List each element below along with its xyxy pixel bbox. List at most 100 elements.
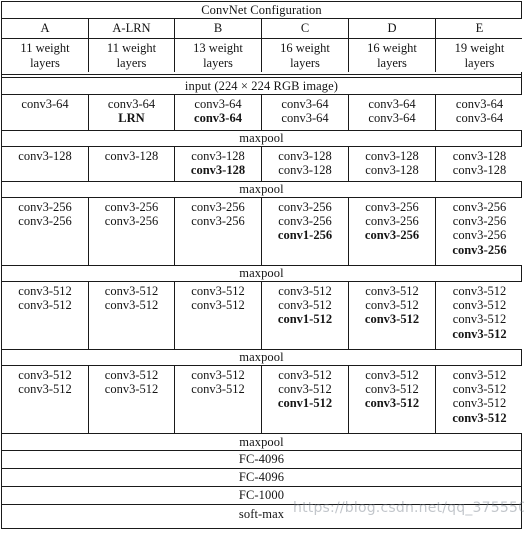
column-weightlayers-c: 16 weight layers	[262, 39, 349, 72]
layer-entry: conv3-512	[18, 368, 72, 382]
layer-entry: conv3-256	[452, 228, 507, 243]
footer-row-fc4096-b: FC-4096	[2, 469, 521, 487]
maxpool-row-1: maxpool	[2, 130, 521, 147]
layer-entry: conv3-128	[104, 149, 159, 163]
block-512-b-col-b: conv3-512 conv3-512	[175, 366, 262, 433]
layer-entry: conv3-256	[452, 200, 507, 214]
layer-entry: conv3-256	[191, 200, 245, 214]
layer-entry: conv3-512	[278, 382, 332, 397]
layer-entry: conv3-512	[278, 298, 332, 313]
footer-label: maxpool	[239, 434, 284, 449]
layer-entry: conv3-256	[18, 214, 72, 229]
conv-block-512-b: conv3-512 conv3-512 conv3-512 conv3-512 conv…	[2, 366, 523, 433]
column-header-row: A A-LRN B C D E	[2, 19, 523, 39]
layer-entry: conv3-256	[364, 228, 420, 243]
column-weightlayers-b: 13 weight layers	[175, 39, 262, 72]
layer-entry: conv3-128	[278, 149, 332, 163]
layer-entry: conv1-256	[277, 228, 333, 243]
column-weightlayers-d: 16 weight layers	[349, 39, 436, 72]
layer-entry: conv3-64	[281, 97, 329, 111]
maxpool-row-4: maxpool	[2, 349, 521, 366]
column-weightlayers-e: 19 weight layers	[436, 39, 523, 72]
block-512-a-col-a-lrn: conv3-512 conv3-512	[89, 282, 175, 349]
layer-entry: conv1-512	[277, 396, 333, 411]
layer-entry: conv3-512	[452, 382, 507, 397]
block-128-col-b: conv3-128 conv3-128	[175, 147, 262, 181]
conv-block-256: conv3-256 conv3-256 conv3-256 conv3-256 conv…	[2, 198, 523, 265]
block-64-col-a-lrn: conv3-64 LRN	[89, 95, 175, 130]
layer-entry: conv3-512	[364, 312, 420, 327]
block-64-col-e: conv3-64 conv3-64	[436, 95, 523, 130]
column-weightlayers-a: 11 weight layers	[2, 39, 89, 72]
maxpool-row-3: maxpool	[2, 265, 521, 282]
layer-entry: conv3-256	[191, 214, 245, 229]
layer-entry: conv3-512	[452, 396, 507, 411]
layer-entry: conv3-512	[191, 298, 245, 313]
weight-layers-line: 11 weight	[20, 41, 70, 56]
block-512-a-col-c: conv3-512 conv3-512 conv1-512	[262, 282, 349, 349]
maxpool-row-2: maxpool	[2, 181, 521, 198]
layer-entry: conv3-512	[104, 368, 159, 382]
footer-row-softmax: soft-max	[2, 505, 521, 524]
layer-entry: conv3-256	[18, 200, 72, 214]
block-512-b-col-a: conv3-512 conv3-512	[2, 366, 89, 433]
layer-entry: conv3-512	[452, 298, 507, 313]
layer-entry: conv3-128	[452, 149, 507, 163]
block-512-b-col-a-lrn: conv3-512 conv3-512	[89, 366, 175, 433]
block-256-col-a-lrn: conv3-256 conv3-256	[89, 198, 175, 265]
maxpool-label: maxpool	[239, 350, 284, 365]
weight-layers-line: 11 weight	[106, 41, 157, 56]
layer-entry: conv3-512	[104, 382, 159, 397]
maxpool-label: maxpool	[239, 182, 284, 197]
block-512-a-col-d: conv3-512 conv3-512 conv3-512	[349, 282, 436, 349]
footer-row-maxpool: maxpool	[2, 433, 521, 451]
block-256-col-d: conv3-256 conv3-256 conv3-256	[349, 198, 436, 265]
footer-label: FC-1000	[238, 488, 285, 503]
weight-layers-line: layers	[464, 55, 495, 70]
block-128-col-e: conv3-128 conv3-128	[436, 147, 523, 181]
layer-entry: conv3-256	[104, 214, 159, 229]
block-512-a-col-a: conv3-512 conv3-512	[2, 282, 89, 349]
maxpool-label: maxpool	[239, 131, 284, 146]
layer-entry: conv3-256	[104, 200, 159, 214]
footer-row-fc4096-a: FC-4096	[2, 451, 521, 469]
layer-entry: conv3-512	[452, 368, 507, 382]
conv-block-64: conv3-64 conv3-64 LRN conv3-64 conv3-64 conv3…	[2, 95, 523, 130]
layer-entry: conv3-512	[104, 284, 159, 298]
weight-layers-line: layers	[203, 55, 233, 70]
layer-entry: conv3-512	[452, 410, 507, 425]
column-header-label: A	[40, 21, 50, 36]
block-256-col-b: conv3-256 conv3-256	[175, 198, 262, 265]
table-title-row: ConvNet Configuration	[2, 2, 521, 19]
column-header-label: E	[475, 21, 484, 36]
layer-entry: conv3-512	[191, 382, 245, 397]
column-header-label: C	[300, 21, 310, 36]
layer-entry: conv3-512	[278, 368, 332, 382]
layer-entry: conv3-64	[194, 97, 242, 111]
layer-entry: conv3-256	[365, 200, 419, 214]
block-512-b-col-c: conv3-512 conv3-512 conv1-512	[262, 366, 349, 433]
layer-entry: conv3-64	[455, 111, 504, 126]
table-screenshot: ConvNet Configuration A A-LRN B C D E 11 weig…	[0, 0, 524, 534]
block-512-b-col-d: conv3-512 conv3-512 conv3-512	[349, 366, 436, 433]
weight-layers-line: layers	[116, 55, 147, 70]
layer-entry: conv3-128	[452, 163, 507, 178]
column-header-label: B	[213, 21, 223, 36]
column-header-label: A-LRN	[112, 21, 151, 36]
block-64-col-a: conv3-64	[2, 95, 89, 130]
block-128-col-d: conv3-128 conv3-128	[349, 147, 436, 181]
column-header-c: C	[262, 19, 349, 38]
layer-entry: conv3-256	[278, 200, 332, 214]
weight-layers-line: 16 weight	[367, 41, 417, 56]
layer-entry: conv3-512	[278, 284, 332, 298]
layer-entry: conv3-512	[365, 298, 419, 313]
conv-block-128: conv3-128 conv3-128 conv3-128 conv3-128 conv…	[2, 147, 523, 181]
block-64-col-d: conv3-64 conv3-64	[349, 95, 436, 130]
block-256-col-e: conv3-256 conv3-256 conv3-256 conv3-256	[436, 198, 523, 265]
layer-entry: conv3-256	[365, 214, 419, 229]
layer-entry: conv3-128	[278, 163, 332, 178]
layer-entry: LRN	[118, 111, 145, 126]
column-header-b: B	[175, 19, 262, 38]
block-128-col-c: conv3-128 conv3-128	[262, 147, 349, 181]
maxpool-label: maxpool	[239, 266, 284, 281]
